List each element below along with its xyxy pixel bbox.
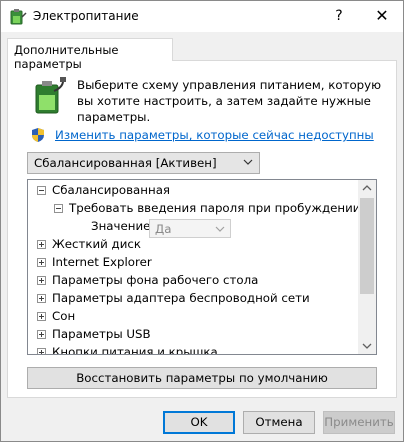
title-bar: Электропитание ? ✕ xyxy=(1,1,403,32)
battery-power-icon xyxy=(35,77,66,114)
tab-label: Дополнительные параметры xyxy=(14,43,119,71)
tree-scrollbar[interactable] xyxy=(358,180,376,354)
tree-item-wireless-adapter[interactable]: Параметры адаптера беспроводной сети xyxy=(52,289,310,307)
tree-item-desktop-background[interactable]: Параметры фона рабочего стола xyxy=(52,271,258,289)
value-label: Значение: xyxy=(91,219,155,233)
close-button[interactable]: ✕ xyxy=(361,1,403,32)
collapse-icon[interactable] xyxy=(54,204,63,213)
tree-item-sleep[interactable]: Сон xyxy=(52,307,75,325)
expand-icon[interactable] xyxy=(37,348,46,354)
power-scheme-value: Сбалансированная [Активен] xyxy=(34,156,217,170)
tree-item-internet-explorer[interactable]: Internet Explorer xyxy=(52,253,152,271)
power-scheme-select[interactable]: Сбалансированная [Активен] xyxy=(27,152,260,174)
scroll-down-icon[interactable] xyxy=(358,337,376,354)
power-options-icon xyxy=(10,9,27,25)
expand-icon[interactable] xyxy=(37,330,46,339)
window-title: Электропитание xyxy=(33,9,139,23)
expand-icon[interactable] xyxy=(37,258,46,267)
apply-button[interactable]: Применить xyxy=(323,411,395,434)
collapse-icon[interactable] xyxy=(37,186,46,195)
uac-shield-icon xyxy=(32,128,44,142)
change-unavailable-settings-link[interactable]: Изменить параметры, которые сейчас недос… xyxy=(55,128,374,142)
tree-item-root[interactable]: Сбалансированная xyxy=(52,181,170,199)
expand-icon[interactable] xyxy=(37,294,46,303)
intro-text: Выберите схему управления питанием, кото… xyxy=(77,78,382,124)
scrollbar-thumb[interactable] xyxy=(360,198,374,294)
scroll-up-icon[interactable] xyxy=(358,180,376,197)
value-select-value: Да xyxy=(155,222,172,236)
expand-icon[interactable] xyxy=(37,312,46,321)
settings-tree[interactable]: Сбалансированная Требовать введения паро… xyxy=(27,179,377,355)
tree-item-power-buttons[interactable]: Кнопки питания и крышка xyxy=(52,343,218,354)
tree-item-usb[interactable]: Параметры USB xyxy=(52,325,151,343)
value-select: Да xyxy=(149,219,231,238)
chevron-down-icon xyxy=(215,226,225,232)
tree-item-password[interactable]: Требовать введения пароля при пробуждени… xyxy=(69,199,360,217)
chevron-down-icon xyxy=(243,159,253,165)
tree-item-hard-disk[interactable]: Жесткий диск xyxy=(52,235,141,253)
expand-icon[interactable] xyxy=(37,240,46,249)
expand-icon[interactable] xyxy=(37,276,46,285)
restore-defaults-button[interactable]: Восстановить параметры по умолчанию xyxy=(27,367,377,389)
ok-button[interactable]: OK xyxy=(163,411,235,434)
cancel-button[interactable]: Отмена xyxy=(243,411,315,434)
power-options-dialog: Электропитание ? ✕ Дополнительные параме… xyxy=(0,0,404,442)
tab-advanced-settings[interactable]: Дополнительные параметры xyxy=(7,38,173,71)
help-button[interactable]: ? xyxy=(317,1,361,32)
